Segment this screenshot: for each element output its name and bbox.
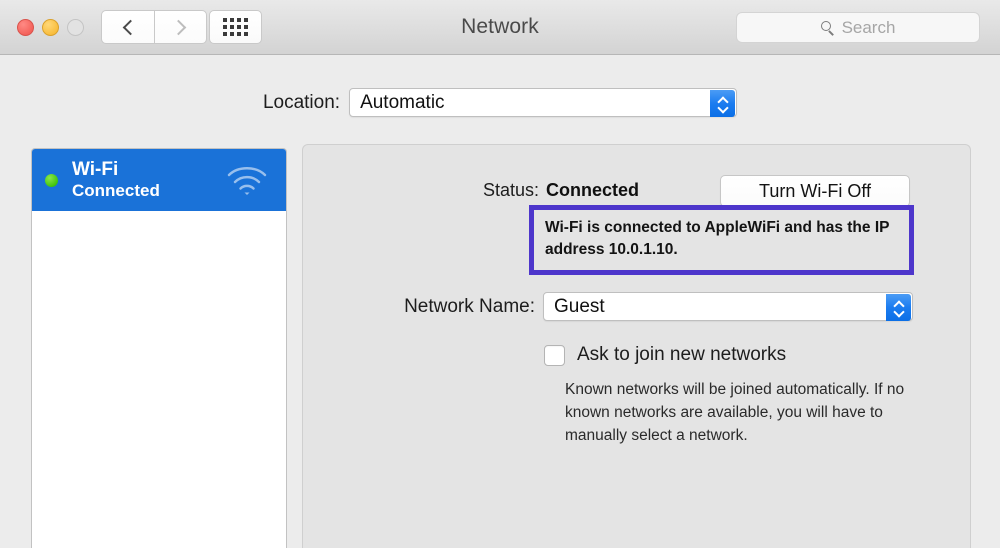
status-dot-icon [45, 174, 58, 187]
turn-wifi-off-button[interactable]: Turn Wi-Fi Off [720, 175, 910, 207]
ask-to-join-row[interactable]: Ask to join new networks [544, 344, 786, 366]
connection-info-highlight: Wi-Fi is connected to AppleWiFi and has … [529, 205, 914, 275]
chevron-up-down-icon[interactable] [886, 294, 911, 321]
location-value: Automatic [350, 92, 444, 114]
network-name-row: Network Name: Guest [303, 292, 972, 323]
status-label: Status: [303, 180, 539, 201]
location-label: Location: [263, 92, 340, 114]
network-name-popup-button[interactable]: Guest [543, 292, 913, 321]
ask-to-join-label: Ask to join new networks [577, 344, 786, 366]
connection-info-text: Wi-Fi is connected to AppleWiFi and has … [534, 210, 909, 270]
network-name-value: Guest [544, 296, 605, 318]
chevron-up-down-icon[interactable] [710, 90, 735, 117]
status-row: Status: Connected Turn Wi-Fi Off [303, 175, 972, 207]
ask-to-join-help-text: Known networks will be joined automatica… [565, 379, 923, 448]
location-row: Location: Automatic [0, 88, 1000, 117]
search-input[interactable]: Search [736, 12, 980, 43]
network-name-label: Network Name: [303, 296, 535, 318]
status-badge: Connected [546, 180, 639, 201]
sidebar-item-text: Wi-Fi Connected [72, 159, 160, 201]
search-placeholder: Search [842, 18, 896, 38]
wifi-icon [225, 164, 269, 196]
network-services-list[interactable]: Wi-Fi Connected [31, 148, 287, 548]
location-popup-button[interactable]: Automatic [349, 88, 737, 117]
network-preferences-window: Network Search Location: Automatic Wi-Fi… [0, 0, 1000, 548]
sidebar-item-wifi[interactable]: Wi-Fi Connected [32, 149, 286, 211]
sidebar-item-status: Connected [72, 181, 160, 201]
ask-to-join-checkbox[interactable] [544, 345, 565, 366]
sidebar-item-label: Wi-Fi [72, 159, 160, 181]
window-titlebar: Network Search [0, 0, 1000, 55]
wifi-settings-panel: Status: Connected Turn Wi-Fi Off Wi-Fi i… [302, 144, 971, 548]
search-icon [821, 21, 835, 35]
